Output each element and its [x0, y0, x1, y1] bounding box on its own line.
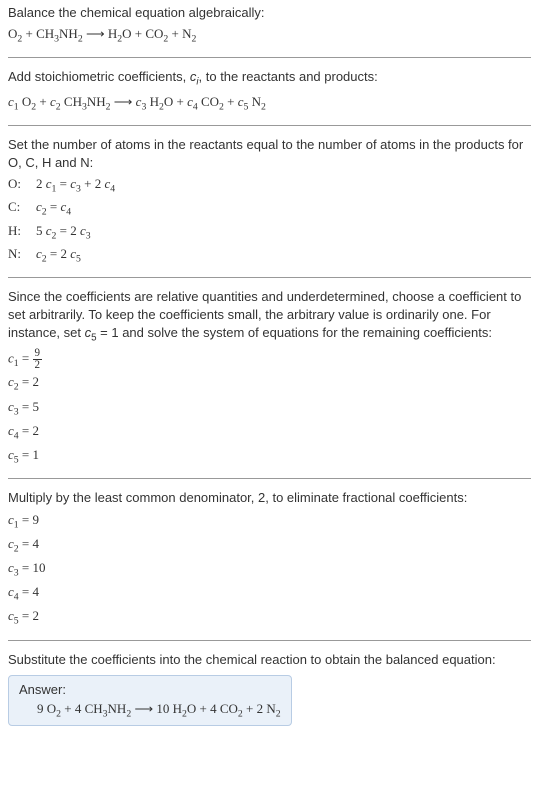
solve-text: Since the coefficients are relative quan… — [8, 288, 531, 346]
coeff-list-integer: c1 = 9 c2 = 4 c3 = 10 c4 = 4 c5 = 2 — [8, 510, 531, 630]
substitute-text: Substitute the coefficients into the che… — [8, 651, 531, 669]
atom-row-c: C: c2 = c4 — [8, 197, 531, 220]
atom-row-h: H: 5 c2 = 2 c3 — [8, 221, 531, 244]
divider — [8, 57, 531, 58]
frac-num: 9 — [33, 348, 43, 360]
atom-label: C: — [8, 197, 36, 220]
stoich-post: , to the reactants and products: — [199, 69, 378, 84]
stoich-equation: c1 O2 + c2 CH3NH2 ⟶ c3 H2O + c4 CO2 + c5… — [8, 92, 531, 115]
atom-eq: c2 = 2 c5 — [36, 244, 81, 267]
coeff-c1-int: c1 = 9 — [8, 510, 531, 533]
balanced-equation: 9 O2 + 4 CH3NH2 ⟶ 10 H2O + 4 CO2 + 2 N2 — [19, 701, 281, 720]
coeff-c4: c4 = 2 — [8, 421, 531, 444]
coeff-c5: c5 = 1 — [8, 445, 531, 468]
section-answer: Substitute the coefficients into the che… — [8, 651, 531, 727]
multiply-text: Multiply by the least common denominator… — [8, 489, 531, 507]
atom-row-o: O: 2 c1 = c3 + 2 c4 — [8, 174, 531, 197]
coeff-c2: c2 = 2 — [8, 372, 531, 395]
stoich-text: Add stoichiometric coefficients, ci, to … — [8, 68, 531, 89]
section-stoichiometric: Add stoichiometric coefficients, ci, to … — [8, 68, 531, 114]
section-solve: Since the coefficients are relative quan… — [8, 288, 531, 468]
atom-label: H: — [8, 221, 36, 244]
coeff-list-fractional: c1 = 92 c2 = 2 c3 = 5 c4 = 2 c5 = 1 — [8, 348, 531, 469]
section-balance: Balance the chemical equation algebraica… — [8, 4, 531, 47]
divider — [8, 125, 531, 126]
balance-title: Balance the chemical equation algebraica… — [8, 4, 531, 22]
divider — [8, 478, 531, 479]
atom-row-n: N: c2 = 2 c5 — [8, 244, 531, 267]
atom-eq: 5 c2 = 2 c3 — [36, 221, 91, 244]
coeff-c4-int: c4 = 4 — [8, 582, 531, 605]
atom-eq: 2 c1 = c3 + 2 c4 — [36, 174, 115, 197]
atoms-table: O: 2 c1 = c3 + 2 c4 C: c2 = c4 H: 5 c2 =… — [8, 174, 531, 267]
atoms-text: Set the number of atoms in the reactants… — [8, 136, 531, 172]
section-atoms: Set the number of atoms in the reactants… — [8, 136, 531, 267]
coeff-c3-int: c3 = 10 — [8, 558, 531, 581]
atom-label: N: — [8, 244, 36, 267]
fraction: 92 — [33, 348, 43, 371]
divider — [8, 277, 531, 278]
atom-label: O: — [8, 174, 36, 197]
atom-eq: c2 = c4 — [36, 197, 71, 220]
section-multiply: Multiply by the least common denominator… — [8, 489, 531, 629]
answer-box: Answer: 9 O2 + 4 CH3NH2 ⟶ 10 H2O + 4 CO2… — [8, 675, 292, 727]
frac-den: 2 — [33, 360, 43, 371]
answer-label: Answer: — [19, 682, 281, 697]
coeff-c3: c3 = 5 — [8, 397, 531, 420]
stoich-pre: Add stoichiometric coefficients, — [8, 69, 190, 84]
coeff-c5-int: c5 = 2 — [8, 606, 531, 629]
ci-var: ci — [190, 69, 199, 84]
coeff-c1: c1 = 92 — [8, 348, 531, 372]
unbalanced-equation: O2 + CH3NH2 ⟶ H2O + CO2 + N2 — [8, 24, 531, 47]
divider — [8, 640, 531, 641]
coeff-c2-int: c2 = 4 — [8, 534, 531, 557]
